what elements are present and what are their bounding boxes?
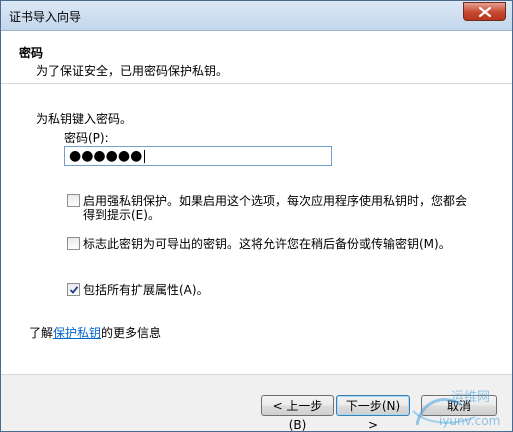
watermark-url: iyunv.com	[439, 414, 500, 428]
exportable-key-checkbox[interactable]	[67, 237, 80, 250]
password-field[interactable]: ●●●●●●	[64, 146, 332, 166]
learn-more-suffix: 的更多信息	[101, 326, 162, 340]
extended-properties-label[interactable]: 包括所有扩展属性(A)。	[83, 281, 209, 298]
wizard-content: 为私钥键入密码。 密码(P): ●●●●●● 启用强私钥保护。如果启用这个选项，…	[1, 84, 512, 374]
protect-private-key-link[interactable]: 保护私钥	[53, 326, 101, 340]
learn-more-prefix: 了解	[29, 326, 54, 340]
strong-protection-checkbox[interactable]	[67, 194, 80, 207]
back-button[interactable]: < 上一步(B)	[261, 395, 334, 431]
checkmark-icon	[69, 286, 79, 294]
page-title: 密码	[19, 46, 44, 60]
title-bar[interactable]: 证书导入向导	[1, 1, 512, 31]
strong-protection-label-line2[interactable]: 得到提示(E)。	[83, 206, 160, 223]
password-label: 密码(P):	[64, 131, 109, 145]
close-button[interactable]	[463, 2, 506, 21]
window-title: 证书导入向导	[9, 10, 82, 24]
wizard-header: 密码 为了保证安全，已用密码保护私钥。	[1, 31, 512, 84]
next-button[interactable]: 下一步(N) >	[336, 395, 410, 431]
site-watermark: 运维网 iyunv.com	[411, 381, 511, 431]
certificate-import-wizard-window: 证书导入向导 密码 为了保证安全，已用密码保护私钥。 为私钥键入密码。 密码(P…	[0, 0, 513, 432]
page-subtitle: 为了保证安全，已用密码保护私钥。	[36, 64, 229, 78]
text-caret	[144, 150, 145, 163]
learn-more-text: 了解保护私钥的更多信息	[29, 324, 161, 341]
password-prompt: 为私钥键入密码。	[36, 112, 133, 126]
watermark-logo: 运维网 iyunv.com	[412, 390, 500, 428]
close-icon	[479, 7, 491, 17]
exportable-key-label[interactable]: 标志此密钥为可导出的密钥。这将允许您在稍后备份或传输密钥(M)。	[83, 235, 451, 252]
password-value: ●●●●●●	[69, 148, 143, 164]
extended-properties-checkbox[interactable]	[67, 283, 80, 296]
watermark-text: 运维网	[451, 390, 490, 405]
